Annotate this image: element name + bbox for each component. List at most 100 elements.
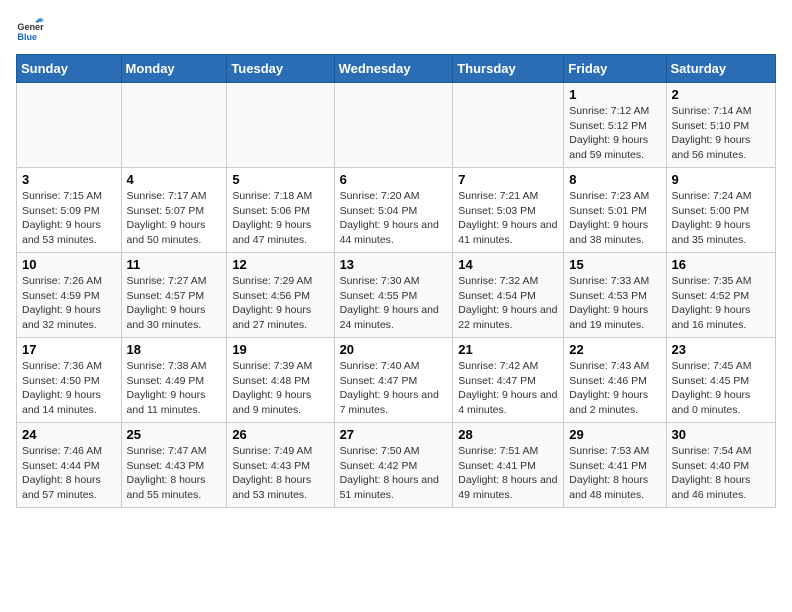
day-info: Sunrise: 7:42 AM Sunset: 4:47 PM Dayligh…	[458, 359, 558, 418]
day-number: 27	[340, 427, 448, 442]
svg-text:Blue: Blue	[17, 32, 37, 42]
calendar-cell: 28 Sunrise: 7:51 AM Sunset: 4:41 PM Dayli…	[453, 423, 564, 508]
day-info: Sunrise: 7:15 AM Sunset: 5:09 PM Dayligh…	[22, 189, 116, 248]
day-number: 23	[672, 342, 770, 357]
day-info: Sunrise: 7:17 AM Sunset: 5:07 PM Dayligh…	[127, 189, 222, 248]
day-number: 28	[458, 427, 558, 442]
day-number: 14	[458, 257, 558, 272]
day-number: 12	[232, 257, 328, 272]
calendar-header: SundayMondayTuesdayWednesdayThursdayFrid…	[17, 55, 776, 83]
calendar-cell: 4Sunrise: 7:17 AM Sunset: 5:07 PM Daylig…	[121, 168, 227, 253]
calendar-cell: 24 Sunrise: 7:46 AM Sunset: 4:44 PM Dayli…	[17, 423, 122, 508]
day-info: Sunrise: 7:38 AM Sunset: 4:49 PM Dayligh…	[127, 359, 222, 418]
calendar-cell	[17, 83, 122, 168]
day-number: 3	[22, 172, 116, 187]
calendar-cell: 3 Sunrise: 7:15 AM Sunset: 5:09 PM Daylig…	[17, 168, 122, 253]
calendar-week-4: 24 Sunrise: 7:46 AM Sunset: 4:44 PM Dayli…	[17, 423, 776, 508]
header-day-sunday: Sunday	[17, 55, 122, 83]
day-info: Sunrise: 7:49 AM Sunset: 4:43 PM Dayligh…	[232, 444, 328, 503]
header-day-wednesday: Wednesday	[334, 55, 453, 83]
day-info: Sunrise: 7:43 AM Sunset: 4:46 PM Dayligh…	[569, 359, 660, 418]
day-info: Sunrise: 7:54 AM Sunset: 4:40 PM Dayligh…	[672, 444, 770, 503]
day-info: Sunrise: 7:30 AM Sunset: 4:55 PM Dayligh…	[340, 274, 448, 333]
header-day-friday: Friday	[564, 55, 666, 83]
calendar-cell: 7 Sunrise: 7:21 AM Sunset: 5:03 PM Daylig…	[453, 168, 564, 253]
day-number: 24	[22, 427, 116, 442]
day-number: 11	[127, 257, 222, 272]
day-info: Sunrise: 7:18 AM Sunset: 5:06 PM Dayligh…	[232, 189, 328, 248]
day-info: Sunrise: 7:12 AM Sunset: 5:12 PM Dayligh…	[569, 104, 660, 163]
calendar-table: SundayMondayTuesdayWednesdayThursdayFrid…	[16, 54, 776, 508]
day-number: 15	[569, 257, 660, 272]
day-number: 17	[22, 342, 116, 357]
day-info: Sunrise: 7:21 AM Sunset: 5:03 PM Dayligh…	[458, 189, 558, 248]
day-info: Sunrise: 7:47 AM Sunset: 4:43 PM Dayligh…	[127, 444, 222, 503]
calendar-cell: 15 Sunrise: 7:33 AM Sunset: 4:53 PM Dayli…	[564, 253, 666, 338]
day-number: 20	[340, 342, 448, 357]
day-info: Sunrise: 7:45 AM Sunset: 4:45 PM Dayligh…	[672, 359, 770, 418]
calendar-week-3: 17 Sunrise: 7:36 AM Sunset: 4:50 PM Dayli…	[17, 338, 776, 423]
calendar-week-1: 3 Sunrise: 7:15 AM Sunset: 5:09 PM Daylig…	[17, 168, 776, 253]
day-number: 7	[458, 172, 558, 187]
day-info: Sunrise: 7:14 AM Sunset: 5:10 PM Dayligh…	[672, 104, 770, 163]
logo-icon: General Blue	[16, 16, 44, 44]
day-info: Sunrise: 7:26 AM Sunset: 4:59 PM Dayligh…	[22, 274, 116, 333]
header: General Blue	[16, 16, 776, 44]
calendar-cell: 18 Sunrise: 7:38 AM Sunset: 4:49 PM Dayli…	[121, 338, 227, 423]
calendar-cell: 6 Sunrise: 7:20 AM Sunset: 5:04 PM Daylig…	[334, 168, 453, 253]
calendar-cell: 16 Sunrise: 7:35 AM Sunset: 4:52 PM Dayli…	[666, 253, 775, 338]
calendar-cell: 10 Sunrise: 7:26 AM Sunset: 4:59 PM Dayli…	[17, 253, 122, 338]
day-number: 16	[672, 257, 770, 272]
calendar-cell: 29 Sunrise: 7:53 AM Sunset: 4:41 PM Dayli…	[564, 423, 666, 508]
day-info: Sunrise: 7:46 AM Sunset: 4:44 PM Dayligh…	[22, 444, 116, 503]
logo: General Blue	[16, 16, 48, 44]
day-number: 10	[22, 257, 116, 272]
day-number: 6	[340, 172, 448, 187]
header-day-saturday: Saturday	[666, 55, 775, 83]
day-number: 25	[127, 427, 222, 442]
day-info: Sunrise: 7:23 AM Sunset: 5:01 PM Dayligh…	[569, 189, 660, 248]
day-info: Sunrise: 7:24 AM Sunset: 5:00 PM Dayligh…	[672, 189, 770, 248]
header-day-monday: Monday	[121, 55, 227, 83]
calendar-cell: 25 Sunrise: 7:47 AM Sunset: 4:43 PM Dayli…	[121, 423, 227, 508]
day-info: Sunrise: 7:33 AM Sunset: 4:53 PM Dayligh…	[569, 274, 660, 333]
day-info: Sunrise: 7:40 AM Sunset: 4:47 PM Dayligh…	[340, 359, 448, 418]
calendar-cell: 12Sunrise: 7:29 AM Sunset: 4:56 PM Dayli…	[227, 253, 334, 338]
calendar-week-0: 1 Sunrise: 7:12 AM Sunset: 5:12 PM Daylig…	[17, 83, 776, 168]
calendar-cell: 27Sunrise: 7:50 AM Sunset: 4:42 PM Dayli…	[334, 423, 453, 508]
calendar-cell: 17 Sunrise: 7:36 AM Sunset: 4:50 PM Dayli…	[17, 338, 122, 423]
calendar-cell: 22 Sunrise: 7:43 AM Sunset: 4:46 PM Dayli…	[564, 338, 666, 423]
day-info: Sunrise: 7:32 AM Sunset: 4:54 PM Dayligh…	[458, 274, 558, 333]
day-number: 8	[569, 172, 660, 187]
calendar-cell	[121, 83, 227, 168]
day-info: Sunrise: 7:20 AM Sunset: 5:04 PM Dayligh…	[340, 189, 448, 248]
calendar-cell	[227, 83, 334, 168]
day-number: 13	[340, 257, 448, 272]
day-number: 5	[232, 172, 328, 187]
calendar-cell: 30Sunrise: 7:54 AM Sunset: 4:40 PM Dayli…	[666, 423, 775, 508]
calendar-cell: 8 Sunrise: 7:23 AM Sunset: 5:01 PM Daylig…	[564, 168, 666, 253]
day-info: Sunrise: 7:53 AM Sunset: 4:41 PM Dayligh…	[569, 444, 660, 503]
calendar-cell: 19Sunrise: 7:39 AM Sunset: 4:48 PM Dayli…	[227, 338, 334, 423]
day-number: 22	[569, 342, 660, 357]
day-number: 18	[127, 342, 222, 357]
day-number: 29	[569, 427, 660, 442]
day-number: 1	[569, 87, 660, 102]
day-number: 26	[232, 427, 328, 442]
calendar-cell: 11 Sunrise: 7:27 AM Sunset: 4:57 PM Dayli…	[121, 253, 227, 338]
calendar-cell: 1 Sunrise: 7:12 AM Sunset: 5:12 PM Daylig…	[564, 83, 666, 168]
calendar-cell: 13 Sunrise: 7:30 AM Sunset: 4:55 PM Dayli…	[334, 253, 453, 338]
day-info: Sunrise: 7:51 AM Sunset: 4:41 PM Dayligh…	[458, 444, 558, 503]
day-info: Sunrise: 7:35 AM Sunset: 4:52 PM Dayligh…	[672, 274, 770, 333]
header-row: SundayMondayTuesdayWednesdayThursdayFrid…	[17, 55, 776, 83]
calendar-cell	[334, 83, 453, 168]
calendar-cell: 26 Sunrise: 7:49 AM Sunset: 4:43 PM Dayli…	[227, 423, 334, 508]
day-info: Sunrise: 7:27 AM Sunset: 4:57 PM Dayligh…	[127, 274, 222, 333]
header-day-thursday: Thursday	[453, 55, 564, 83]
svg-text:General: General	[17, 22, 44, 32]
calendar-cell: 21Sunrise: 7:42 AM Sunset: 4:47 PM Dayli…	[453, 338, 564, 423]
calendar-cell: 20 Sunrise: 7:40 AM Sunset: 4:47 PM Dayli…	[334, 338, 453, 423]
calendar-cell: 23 Sunrise: 7:45 AM Sunset: 4:45 PM Dayli…	[666, 338, 775, 423]
day-info: Sunrise: 7:36 AM Sunset: 4:50 PM Dayligh…	[22, 359, 116, 418]
calendar-cell: 5 Sunrise: 7:18 AM Sunset: 5:06 PM Daylig…	[227, 168, 334, 253]
